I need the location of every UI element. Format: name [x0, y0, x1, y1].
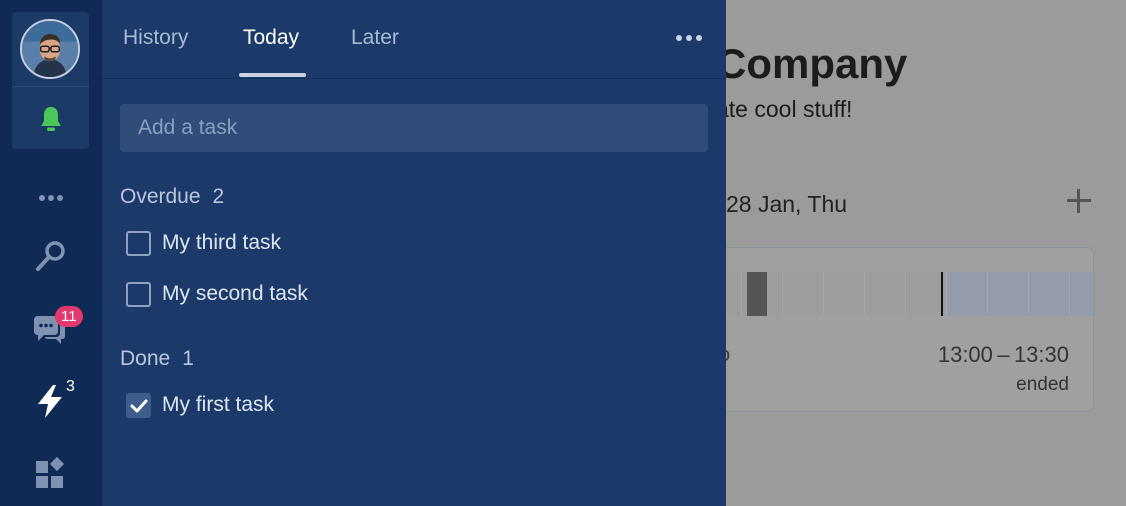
tasks-count-badge: 3	[66, 378, 75, 395]
task-checkbox[interactable]	[126, 392, 151, 418]
timeline-now-marker	[941, 272, 943, 316]
tab-later[interactable]: Later	[351, 26, 399, 50]
avatar	[20, 19, 80, 79]
tasks-tabs: History Today Later	[102, 0, 726, 79]
event-card: o 13:00 – 13:30 ended	[700, 247, 1094, 412]
section-overdue-header: Overdue 2	[120, 185, 224, 209]
lightning-icon	[38, 385, 62, 418]
event-time: 13:00 – 13:30	[937, 342, 1069, 367]
section-count: 2	[212, 185, 225, 208]
add-event-icon	[1064, 186, 1094, 216]
task-checkbox[interactable]	[126, 281, 151, 307]
checkmark-icon	[130, 399, 148, 412]
tasks-panel: History Today Later Overdue 2 My third ta…	[102, 0, 726, 506]
event-status: ended	[1016, 374, 1069, 395]
search-icon[interactable]	[33, 238, 69, 274]
section-title: Overdue	[120, 185, 201, 208]
task-item[interactable]: My first task	[126, 391, 274, 419]
more-options-icon[interactable]	[676, 32, 704, 46]
active-tab-indicator	[239, 73, 306, 77]
more-icon[interactable]	[35, 180, 71, 216]
section-title: Done	[120, 347, 171, 370]
add-task-input[interactable]	[120, 104, 708, 152]
bell-icon	[41, 107, 61, 131]
task-label: My first task	[162, 393, 275, 416]
timeline-busy-block	[747, 272, 767, 316]
section-done-header: Done 1	[120, 347, 194, 371]
task-item[interactable]: My second task	[126, 280, 308, 308]
task-checkbox[interactable]	[126, 230, 151, 256]
section-count: 1	[182, 347, 194, 370]
avatar-button[interactable]	[12, 12, 89, 87]
company-title: Company	[716, 40, 908, 87]
notifications-button[interactable]	[12, 88, 89, 149]
schedule-date: 28 Jan, Thu	[726, 191, 848, 217]
sidebar-top-group	[12, 12, 89, 149]
tab-history[interactable]: History	[123, 26, 188, 50]
left-sidebar: 11 3	[0, 0, 102, 506]
apps-icon[interactable]	[34, 456, 70, 492]
tab-today[interactable]: Today	[243, 26, 299, 50]
company-subtitle: ate cool stuff!	[716, 96, 853, 122]
task-label: My third task	[162, 231, 282, 254]
task-item[interactable]: My third task	[126, 229, 281, 257]
task-label: My second task	[162, 282, 308, 305]
chat-unread-badge: 11	[55, 306, 83, 327]
